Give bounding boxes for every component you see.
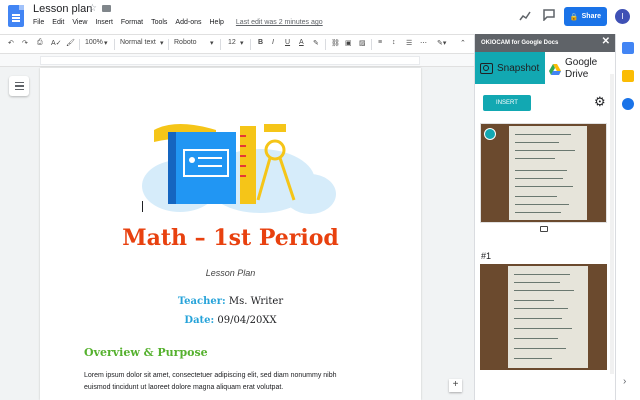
snapshot-number: #1 xyxy=(481,251,492,261)
comments-icon[interactable] xyxy=(543,9,555,21)
worksheet-image xyxy=(509,126,587,220)
sidebar-header: OKIOCAM for Google Docs ✕ xyxy=(475,34,616,52)
print-icon[interactable]: ⎙ xyxy=(37,39,43,47)
body-paragraph: Lorem ipsum dolor sit amet, consectetuer… xyxy=(84,370,384,394)
menu-help[interactable]: Help xyxy=(210,19,224,26)
addon-sidebar: OKIOCAM for Google Docs ✕ Snapshot Googl… xyxy=(474,34,616,400)
expand-panel-icon[interactable]: › xyxy=(623,376,626,387)
date-value: 09/04/20XX xyxy=(217,315,277,326)
italic-icon[interactable]: I xyxy=(272,39,274,46)
editing-mode-icon[interactable]: ✎▾ xyxy=(437,39,446,47)
teacher-line: Teacher: Ms. Writer xyxy=(40,296,421,307)
document-heading: Math – 1st Period xyxy=(122,225,339,251)
size-chevron-icon[interactable]: ▾ xyxy=(240,39,244,47)
document-title[interactable]: Lesson plan xyxy=(33,3,92,15)
calendar-icon[interactable] xyxy=(622,42,634,54)
checklist-icon[interactable]: ☰ xyxy=(406,39,412,47)
more-icon[interactable]: ⋯ xyxy=(420,39,427,47)
snapshot-thumbnail[interactable] xyxy=(480,123,607,223)
comment-icon[interactable]: ▣ xyxy=(345,39,352,47)
image-icon[interactable]: ▨ xyxy=(359,39,366,47)
menu-bar: File Edit View Insert Format Tools Add-o… xyxy=(33,19,323,26)
capture-camera-icon[interactable] xyxy=(537,223,550,235)
worksheet-image xyxy=(508,266,588,368)
section-heading: Overview & Purpose xyxy=(84,346,208,359)
tab-snapshot-label: Snapshot xyxy=(497,62,540,74)
camera-icon xyxy=(480,62,493,74)
tab-google-drive[interactable]: Google Drive xyxy=(549,54,615,84)
menu-insert[interactable]: Insert xyxy=(95,19,113,26)
date-label: Date: xyxy=(184,315,215,326)
text-cursor xyxy=(142,201,143,212)
last-edit-link[interactable]: Last edit was 2 minutes ago xyxy=(236,19,323,26)
text-color-icon[interactable]: A xyxy=(299,39,304,46)
snapshot-image[interactable] xyxy=(480,264,607,370)
font-select[interactable]: Roboto xyxy=(174,39,197,46)
lesson-illustration xyxy=(142,124,336,214)
share-button-label: Share xyxy=(581,13,602,20)
menu-tools[interactable]: Tools xyxy=(151,19,167,26)
style-select[interactable]: Normal text xyxy=(120,39,156,46)
sidebar-title: OKIOCAM for Google Docs xyxy=(481,40,559,46)
menu-format[interactable]: Format xyxy=(121,19,143,26)
underline-icon[interactable]: U xyxy=(285,39,290,46)
zoom-chevron-icon[interactable]: ▾ xyxy=(104,39,108,47)
close-icon[interactable]: ✕ xyxy=(602,36,610,47)
bold-icon[interactable]: B xyxy=(258,39,263,46)
gear-icon[interactable]: ⚙ xyxy=(594,94,606,110)
tasks-icon[interactable] xyxy=(622,98,634,110)
document-subtitle: Lesson Plan xyxy=(205,268,256,278)
menu-addons[interactable]: Add-ons xyxy=(175,19,201,26)
paint-format-icon[interactable]: 🖌 xyxy=(66,39,75,47)
body-line: Lorem ipsum dolor sit amet, consectetuer… xyxy=(84,372,337,379)
font-size-select[interactable]: 12 xyxy=(228,39,236,46)
snapshot-select-icon[interactable] xyxy=(484,128,496,140)
spellcheck-icon[interactable]: A✓ xyxy=(51,39,62,47)
body-line: euismod tincidunt ut laoreet dolore magn… xyxy=(84,384,284,391)
collapse-toolbar-icon[interactable]: ⌃ xyxy=(460,39,466,47)
line-spacing-icon[interactable]: ↕ xyxy=(392,39,396,46)
add-comment-icon[interactable]: + xyxy=(449,379,462,392)
sidebar-scrollbar[interactable] xyxy=(610,74,614,374)
teacher-label: Teacher: xyxy=(177,296,226,307)
ruler[interactable] xyxy=(0,54,474,67)
formatting-toolbar: ↶ ↷ ⎙ A✓ 🖌 100% ▾ Normal text ▾ Roboto ▾… xyxy=(0,34,474,54)
google-drive-icon xyxy=(549,63,561,75)
keep-icon[interactable] xyxy=(622,70,634,82)
star-icon[interactable]: ☆ xyxy=(88,3,97,14)
teacher-value: Ms. Writer xyxy=(228,296,284,307)
share-button[interactable]: 🔒 Share xyxy=(564,7,607,26)
document-outline-button[interactable] xyxy=(9,76,29,96)
insert-button[interactable]: INSERT xyxy=(483,95,531,111)
menu-edit[interactable]: Edit xyxy=(52,19,64,26)
font-chevron-icon[interactable]: ▾ xyxy=(210,39,214,47)
activity-trend-icon[interactable] xyxy=(519,11,531,21)
style-chevron-icon[interactable]: ▾ xyxy=(160,39,164,47)
link-icon[interactable]: ⛓ xyxy=(331,39,340,47)
side-panel-rail: › xyxy=(615,34,640,400)
align-icon[interactable]: ≡ xyxy=(378,39,382,46)
redo-icon[interactable]: ↷ xyxy=(22,39,28,47)
tab-drive-label: Google Drive xyxy=(565,57,598,80)
docs-header: Lesson plan ☆ File Edit View Insert Form… xyxy=(0,0,640,34)
app-window: Lesson plan ☆ File Edit View Insert Form… xyxy=(0,0,640,400)
undo-icon[interactable]: ↶ xyxy=(8,39,14,47)
menu-file[interactable]: File xyxy=(33,19,44,26)
menu-view[interactable]: View xyxy=(72,19,87,26)
docs-logo-icon[interactable] xyxy=(8,5,24,27)
highlight-icon[interactable]: ✎ xyxy=(313,39,319,47)
lock-icon: 🔒 xyxy=(569,13,579,21)
account-avatar[interactable]: I xyxy=(615,9,630,24)
date-line: Date: 09/04/20XX xyxy=(40,315,421,326)
folder-icon[interactable] xyxy=(102,5,111,12)
tab-snapshot[interactable]: Snapshot xyxy=(475,52,545,84)
document-page[interactable]: Math – 1st Period Lesson Plan Teacher: M… xyxy=(40,68,421,400)
zoom-select[interactable]: 100% xyxy=(85,39,103,46)
